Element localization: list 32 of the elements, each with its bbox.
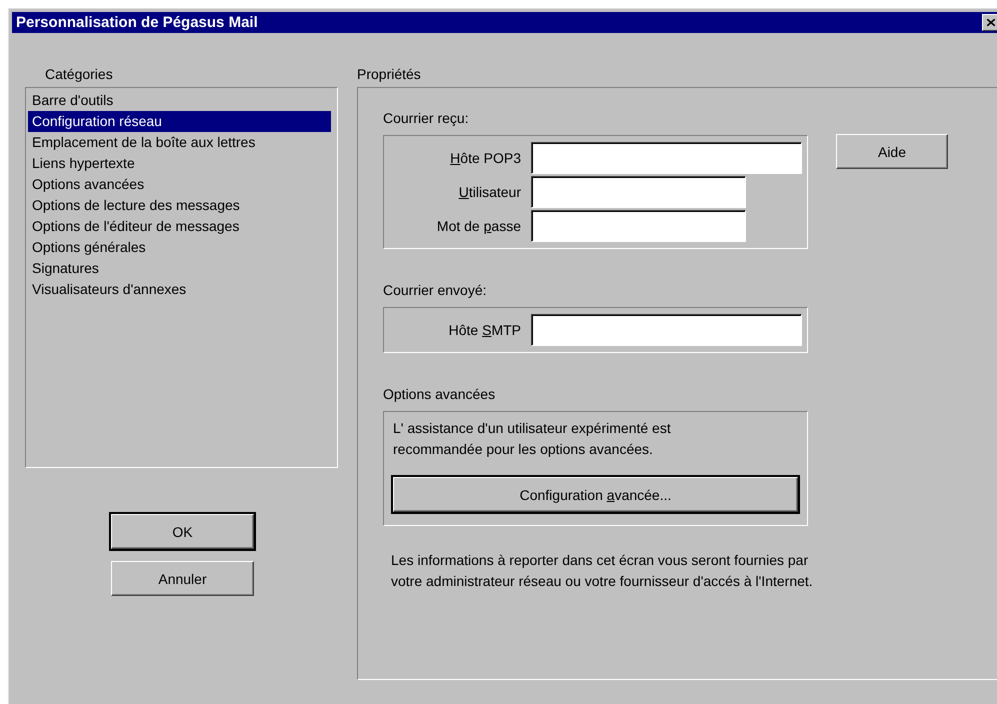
field-label: Utilisateur [458, 184, 522, 200]
category-item[interactable]: Options de l'éditeur de messages [28, 216, 331, 237]
advanced-config-button[interactable]: Configuration avancée... [393, 477, 798, 512]
group-title: Options avancées [383, 386, 496, 402]
advice-text: L' assistance d'un utilisateur expérimenté est recommandée pour les options avancées. [393, 419, 672, 459]
field-label: Hôte POP3 [449, 150, 522, 166]
category-item[interactable]: Signatures [28, 258, 331, 279]
category-item[interactable]: Visualisateurs d'annexes [28, 279, 331, 300]
ok-button[interactable]: OK [111, 514, 254, 549]
category-item[interactable]: Options générales [28, 237, 331, 258]
category-item[interactable]: Liens hypertexte [28, 153, 331, 174]
input-field[interactable] [531, 314, 802, 346]
category-item[interactable]: Emplacement de la boîte aux lettres [28, 132, 331, 153]
window-title: Personnalisation de Pégasus Mail [16, 14, 258, 31]
cancel-button[interactable]: Annuler [111, 561, 254, 596]
help-button[interactable]: Aide [836, 134, 948, 169]
close-icon [987, 19, 995, 26]
input-field[interactable] [531, 210, 746, 242]
group-title: Courrier reçu: [383, 110, 469, 126]
field-label: Mot de passe [436, 218, 522, 234]
category-item[interactable]: Barre d'outils [28, 90, 331, 111]
categories-label: Catégories [45, 65, 113, 83]
close-button[interactable] [982, 14, 997, 31]
field-label: Hôte SMTP [448, 322, 522, 338]
input-field[interactable] [531, 176, 746, 208]
input-field[interactable] [531, 142, 802, 174]
info-text: Les informations à reporter dans cet écran vous seront fournies par votre administrateur réseau ou votre fournisseur d'accés à l'Internet. [391, 551, 814, 591]
category-item[interactable]: Options de lecture des messages [28, 195, 331, 216]
category-item[interactable]: Configuration réseau [28, 111, 331, 132]
properties-label: Propriétés [357, 65, 421, 83]
group-title: Courrier envoyé: [383, 282, 486, 298]
category-item[interactable]: Options avancées [28, 174, 331, 195]
